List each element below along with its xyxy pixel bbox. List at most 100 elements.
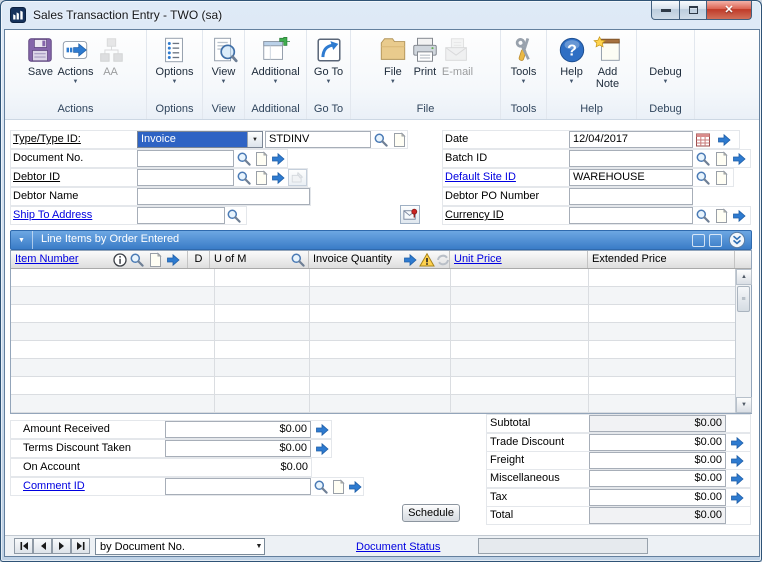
ship-to-address-field[interactable] — [137, 207, 225, 224]
tools-button[interactable]: Tools ▼ — [508, 33, 540, 87]
nav-last-record-button[interactable] — [71, 538, 90, 554]
item-number-header-link[interactable]: Item Number — [15, 253, 79, 265]
additional-button[interactable]: Additional ▼ — [250, 33, 300, 87]
date-field[interactable]: 12/04/2017 — [569, 131, 693, 148]
miscellaneous-expansion-icon[interactable] — [729, 471, 745, 487]
view-button[interactable]: View ▼ — [208, 33, 240, 87]
quantity-expansion-icon[interactable] — [402, 252, 418, 268]
type-id-field[interactable]: STDINV — [265, 131, 371, 148]
document-no-field[interactable] — [137, 150, 234, 167]
tax-expansion-icon[interactable] — [729, 490, 745, 506]
minimize-button[interactable] — [651, 1, 680, 20]
nav-next-record-button[interactable] — [52, 538, 71, 554]
grid-row-6[interactable] — [11, 359, 735, 377]
save-button[interactable]: Save — [24, 33, 56, 80]
document-no-expansion-icon[interactable] — [270, 151, 286, 167]
grid-row-2[interactable] — [11, 287, 735, 305]
comment-id-link[interactable]: Comment ID — [23, 478, 85, 495]
line-items-mini-button-1[interactable] — [692, 234, 705, 247]
scroll-down-icon[interactable]: ▼ — [736, 397, 752, 413]
site-lookup-icon[interactable] — [695, 170, 711, 186]
type-dropdown[interactable]: Invoice ▼ — [137, 131, 263, 148]
maximize-button[interactable] — [680, 1, 707, 20]
type-id-note-icon[interactable] — [391, 132, 407, 148]
comment-expansion-icon[interactable] — [347, 479, 363, 495]
terms-discount-expansion-icon[interactable] — [314, 441, 330, 457]
quantity-warning-icon[interactable] — [419, 252, 435, 268]
nav-previous-record-button[interactable] — [33, 538, 52, 554]
file-button[interactable]: File ▼ — [377, 33, 409, 87]
debtor-id-field[interactable] — [137, 169, 234, 186]
comment-id-field[interactable] — [165, 478, 311, 495]
date-calendar-icon[interactable] — [695, 132, 711, 148]
nav-first-record-button[interactable] — [14, 538, 33, 554]
line-items-mini-button-2[interactable] — [709, 234, 722, 247]
add-note-button[interactable]: Add Note — [588, 33, 628, 92]
currency-lookup-icon[interactable] — [695, 208, 711, 224]
grid-row-7[interactable] — [11, 377, 735, 395]
miscellaneous-field[interactable]: $0.00 — [589, 470, 726, 487]
document-status-link[interactable]: Document Status — [356, 539, 440, 556]
close-button[interactable]: ✕ — [707, 1, 752, 20]
actions-button[interactable]: Actions ▼ — [56, 33, 94, 87]
titlebar[interactable]: Sales Transaction Entry - TWO (sa) ✕ — [1, 1, 761, 29]
comment-lookup-icon[interactable] — [313, 479, 329, 495]
type-type-id-label[interactable]: Type/Type ID: — [13, 131, 81, 148]
uofm-lookup-icon[interactable] — [290, 252, 306, 268]
comment-note-icon[interactable] — [330, 479, 346, 495]
item-note-icon[interactable] — [147, 252, 163, 268]
debtor-name-field[interactable] — [137, 188, 310, 205]
print-button[interactable]: Print — [409, 33, 441, 80]
date-expansion-icon[interactable] — [716, 132, 732, 148]
freight-expansion-icon[interactable] — [729, 453, 745, 469]
column-header-unit-price[interactable]: Unit Price — [450, 251, 588, 268]
currency-expansion-icon[interactable] — [731, 208, 747, 224]
ship-to-address-link[interactable]: Ship To Address — [13, 207, 92, 224]
default-site-id-link[interactable]: Default Site ID — [445, 169, 516, 186]
tax-field[interactable]: $0.00 — [589, 489, 726, 506]
currency-id-label[interactable]: Currency ID — [445, 207, 504, 224]
item-expansion-icon[interactable] — [165, 252, 181, 268]
site-note-icon[interactable] — [713, 170, 729, 186]
scroll-up-icon[interactable]: ▲ — [736, 269, 752, 285]
debtor-id-expansion-icon[interactable] — [270, 170, 286, 186]
trade-discount-expansion-icon[interactable] — [729, 435, 745, 451]
batch-id-field[interactable] — [569, 150, 693, 167]
show-details-chevron-icon[interactable] — [728, 231, 746, 249]
line-items-dropdown-button[interactable]: ▼ — [11, 231, 33, 249]
sort-by-dropdown[interactable]: by Document No. ▼ — [95, 538, 265, 555]
type-id-lookup-icon[interactable] — [373, 132, 389, 148]
amount-received-expansion-icon[interactable] — [314, 422, 330, 438]
help-button[interactable]: Help ▼ — [556, 33, 588, 87]
debtor-id-lookup-icon[interactable] — [236, 170, 252, 186]
terms-discount-field[interactable]: $0.00 — [165, 440, 311, 457]
grid-row-8[interactable] — [11, 395, 735, 413]
freight-field[interactable]: $0.00 — [589, 452, 726, 469]
unit-price-header-link[interactable]: Unit Price — [454, 253, 502, 265]
ship-to-lookup-icon[interactable] — [226, 208, 242, 224]
item-info-icon[interactable] — [112, 252, 128, 268]
debtor-po-number-field[interactable] — [569, 188, 693, 205]
ship-to-edit-address-button[interactable] — [400, 205, 420, 224]
currency-id-field[interactable] — [569, 207, 693, 224]
goto-button[interactable]: Go To ▼ — [313, 33, 345, 87]
grid-scrollbar[interactable]: ▲ ≡ ▼ — [735, 269, 751, 413]
debtor-id-note-icon[interactable] — [253, 170, 269, 186]
document-no-lookup-icon[interactable] — [236, 151, 252, 167]
grid-row-4[interactable] — [11, 323, 735, 341]
default-site-id-field[interactable]: WAREHOUSE — [569, 169, 693, 186]
currency-note-icon[interactable] — [713, 208, 729, 224]
document-no-note-icon[interactable] — [253, 151, 269, 167]
batch-id-expansion-icon[interactable] — [731, 151, 747, 167]
batch-id-note-icon[interactable] — [713, 151, 729, 167]
options-button[interactable]: Options ▼ — [155, 33, 195, 87]
schedule-button[interactable]: Schedule — [402, 504, 460, 522]
grid-row-5[interactable] — [11, 341, 735, 359]
grid-row-1[interactable] — [11, 269, 735, 287]
trade-discount-field[interactable]: $0.00 — [589, 434, 726, 451]
batch-id-lookup-icon[interactable] — [695, 151, 711, 167]
grid-row-3[interactable] — [11, 305, 735, 323]
debug-button[interactable]: Debug ▼ — [648, 33, 682, 87]
amount-received-field[interactable]: $0.00 — [165, 421, 311, 438]
type-dropdown-button[interactable]: ▼ — [247, 132, 262, 147]
